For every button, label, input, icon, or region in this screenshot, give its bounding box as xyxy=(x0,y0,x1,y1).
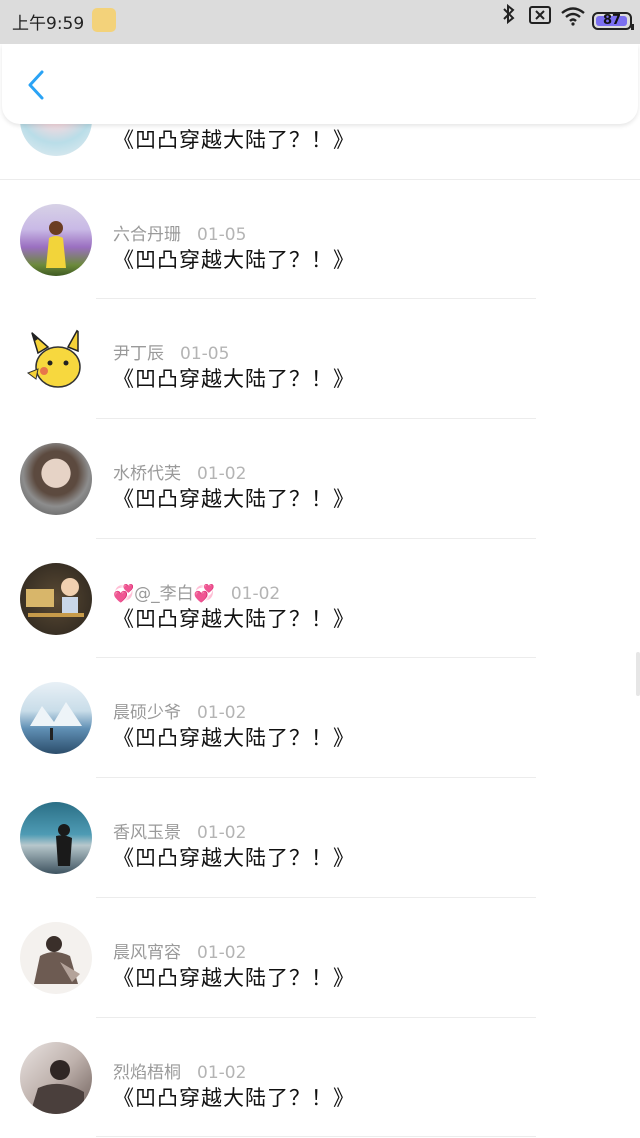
user-name: 尹丁辰 xyxy=(113,344,164,365)
post-date: 01-02 xyxy=(197,942,247,963)
status-bar: 上午9:59 87 xyxy=(0,0,640,44)
post-date: 01-02 xyxy=(197,1062,247,1083)
avatar[interactable] xyxy=(20,323,92,396)
list-item-meta: 尹丁辰 01-05 xyxy=(113,339,229,364)
avatar[interactable] xyxy=(20,921,92,994)
status-time: 上午9:59 xyxy=(12,14,85,34)
wifi-icon xyxy=(561,7,585,26)
list-item[interactable]: 晨硕少爷 01-02 《凹凸穿越大陆了？！》 xyxy=(0,658,640,778)
list-item-title: 《凹凸穿越大陆了？！》 xyxy=(113,965,355,990)
list-item[interactable]: 烈焰梧桐 01-02 《凹凸穿越大陆了？！》 xyxy=(0,1018,640,1138)
list-item-title: 《凹凸穿越大陆了？！》 xyxy=(113,606,355,631)
list-item-title: 《凹凸穿越大陆了？！》 xyxy=(113,487,355,512)
user-name: 晨硕少爷 xyxy=(113,703,181,724)
top-navigation-bar xyxy=(2,44,638,124)
avatar[interactable] xyxy=(20,443,92,516)
avatar[interactable] xyxy=(20,203,92,276)
list-item-meta: 💞@_李白💞 01-02 xyxy=(113,579,280,604)
list-item[interactable]: 💞@_李白💞 01-02 《凹凸穿越大陆了？！》 xyxy=(0,539,640,659)
list-item-title: 《凹凸穿越大陆了？！》 xyxy=(113,128,355,152)
list-item-title: 《凹凸穿越大陆了？！》 xyxy=(113,726,355,751)
list-item-meta: 六合丹珊 01-05 xyxy=(113,220,246,245)
list-item-meta: 水桥代芙 01-02 xyxy=(113,459,246,484)
list-item[interactable]: 六合丹珊 01-05 《凹凸穿越大陆了？！》 xyxy=(0,180,640,300)
avatar[interactable] xyxy=(20,802,92,875)
sim-x-icon xyxy=(529,6,551,24)
post-date: 01-05 xyxy=(180,344,230,365)
list-item-title: 《凹凸穿越大陆了？！》 xyxy=(113,1085,355,1110)
scroll-indicator[interactable] xyxy=(636,652,640,696)
list-item-title: 《凹凸穿越大陆了？！》 xyxy=(113,367,355,392)
post-date: 01-05 xyxy=(197,224,247,245)
post-date: 01-02 xyxy=(230,583,281,604)
avatar[interactable] xyxy=(20,562,92,635)
chapter-comment-list: 《凹凸穿越大陆了？！》 六合丹珊 01-05 《凹凸穿越大陆了？！》 尹丁辰 0… xyxy=(0,60,640,1137)
list-item-title: 《凹凸穿越大陆了？！》 xyxy=(113,247,355,272)
avatar[interactable] xyxy=(20,1041,92,1114)
post-date: 01-02 xyxy=(197,823,247,844)
list-item[interactable]: 香风玉景 01-02 《凹凸穿越大陆了？！》 xyxy=(0,778,640,898)
list-item-meta: 香风玉景 01-02 xyxy=(113,818,246,843)
user-name: 晨风宵容 xyxy=(113,942,181,963)
post-date: 01-02 xyxy=(197,464,247,485)
notification-avatar-icon xyxy=(92,8,116,32)
chevron-left-icon[interactable] xyxy=(20,68,54,102)
user-name: 💞@_李白💞 xyxy=(113,583,215,604)
list-item[interactable]: 水桥代芙 01-02 《凹凸穿越大陆了？！》 xyxy=(0,419,640,539)
list-item-title: 《凹凸穿越大陆了？！》 xyxy=(113,846,355,871)
battery-icon: 87 xyxy=(592,12,634,30)
user-name: 烈焰梧桐 xyxy=(113,1062,181,1083)
list-item-meta: 晨硕少爷 01-02 xyxy=(113,698,246,723)
bluetooth-icon xyxy=(503,3,515,25)
user-name: 六合丹珊 xyxy=(113,224,181,245)
list-item-meta: 晨风宵容 01-02 xyxy=(113,938,246,963)
list-item[interactable]: 晨风宵容 01-02 《凹凸穿越大陆了？！》 xyxy=(0,898,640,1018)
user-name: 香风玉景 xyxy=(113,823,181,844)
list-item-meta: 烈焰梧桐 01-02 xyxy=(113,1058,246,1083)
post-date: 01-02 xyxy=(197,703,247,724)
battery-level: 87 xyxy=(602,13,622,28)
user-name: 水桥代芙 xyxy=(113,464,181,485)
list-item[interactable]: 尹丁辰 01-05 《凹凸穿越大陆了？！》 xyxy=(0,299,640,419)
avatar[interactable] xyxy=(20,682,92,755)
